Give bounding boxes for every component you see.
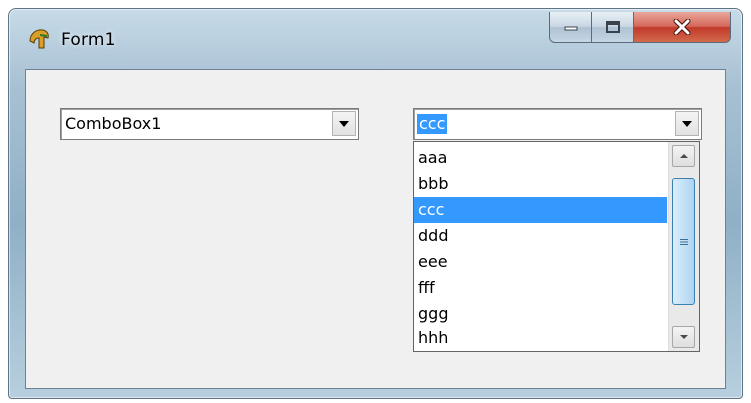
- minimize-button[interactable]: [549, 12, 593, 43]
- minimize-icon: [564, 26, 578, 31]
- maximize-icon: [606, 21, 620, 33]
- scroll-down-icon: [679, 335, 688, 339]
- scrollbar-thumb[interactable]: [672, 178, 695, 305]
- combobox2-dropdown-list: aaa bbb ccc ddd eee fff ggg hhh: [413, 141, 700, 352]
- combobox1-dropdown-button[interactable]: [332, 111, 356, 136]
- list-item-selected[interactable]: ccc: [414, 197, 667, 223]
- scroll-up-icon: [679, 154, 688, 158]
- combobox1-value: ComboBox1: [65, 114, 162, 133]
- list-item[interactable]: eee: [414, 249, 667, 275]
- list-item[interactable]: ddd: [414, 223, 667, 249]
- list-item[interactable]: fff: [414, 275, 667, 301]
- scroll-up-button[interactable]: [672, 145, 695, 167]
- list-item[interactable]: ggg: [414, 301, 667, 327]
- window-title: Form1: [61, 30, 116, 50]
- triangle-down-icon: [682, 120, 692, 127]
- scroll-down-button[interactable]: [672, 326, 695, 348]
- grip-icon: [679, 238, 688, 245]
- close-icon: [673, 19, 691, 35]
- delphi-helmet-icon: [29, 29, 49, 49]
- triangle-down-icon: [339, 120, 349, 127]
- close-button[interactable]: [633, 12, 731, 43]
- combobox1[interactable]: ComboBox1: [60, 108, 359, 140]
- caption-buttons: [549, 12, 737, 43]
- list-item[interactable]: aaa: [414, 145, 667, 171]
- combobox2-value: ccc: [417, 114, 448, 134]
- combobox2-dropdown-button[interactable]: [675, 111, 699, 136]
- vertical-scrollbar[interactable]: [668, 142, 699, 351]
- combobox2[interactable]: ccc: [413, 108, 702, 140]
- list-item[interactable]: bbb: [414, 171, 667, 197]
- list-item[interactable]: hhh: [414, 327, 667, 349]
- title-bar[interactable]: Form1: [9, 9, 742, 69]
- maximize-button[interactable]: [591, 12, 635, 43]
